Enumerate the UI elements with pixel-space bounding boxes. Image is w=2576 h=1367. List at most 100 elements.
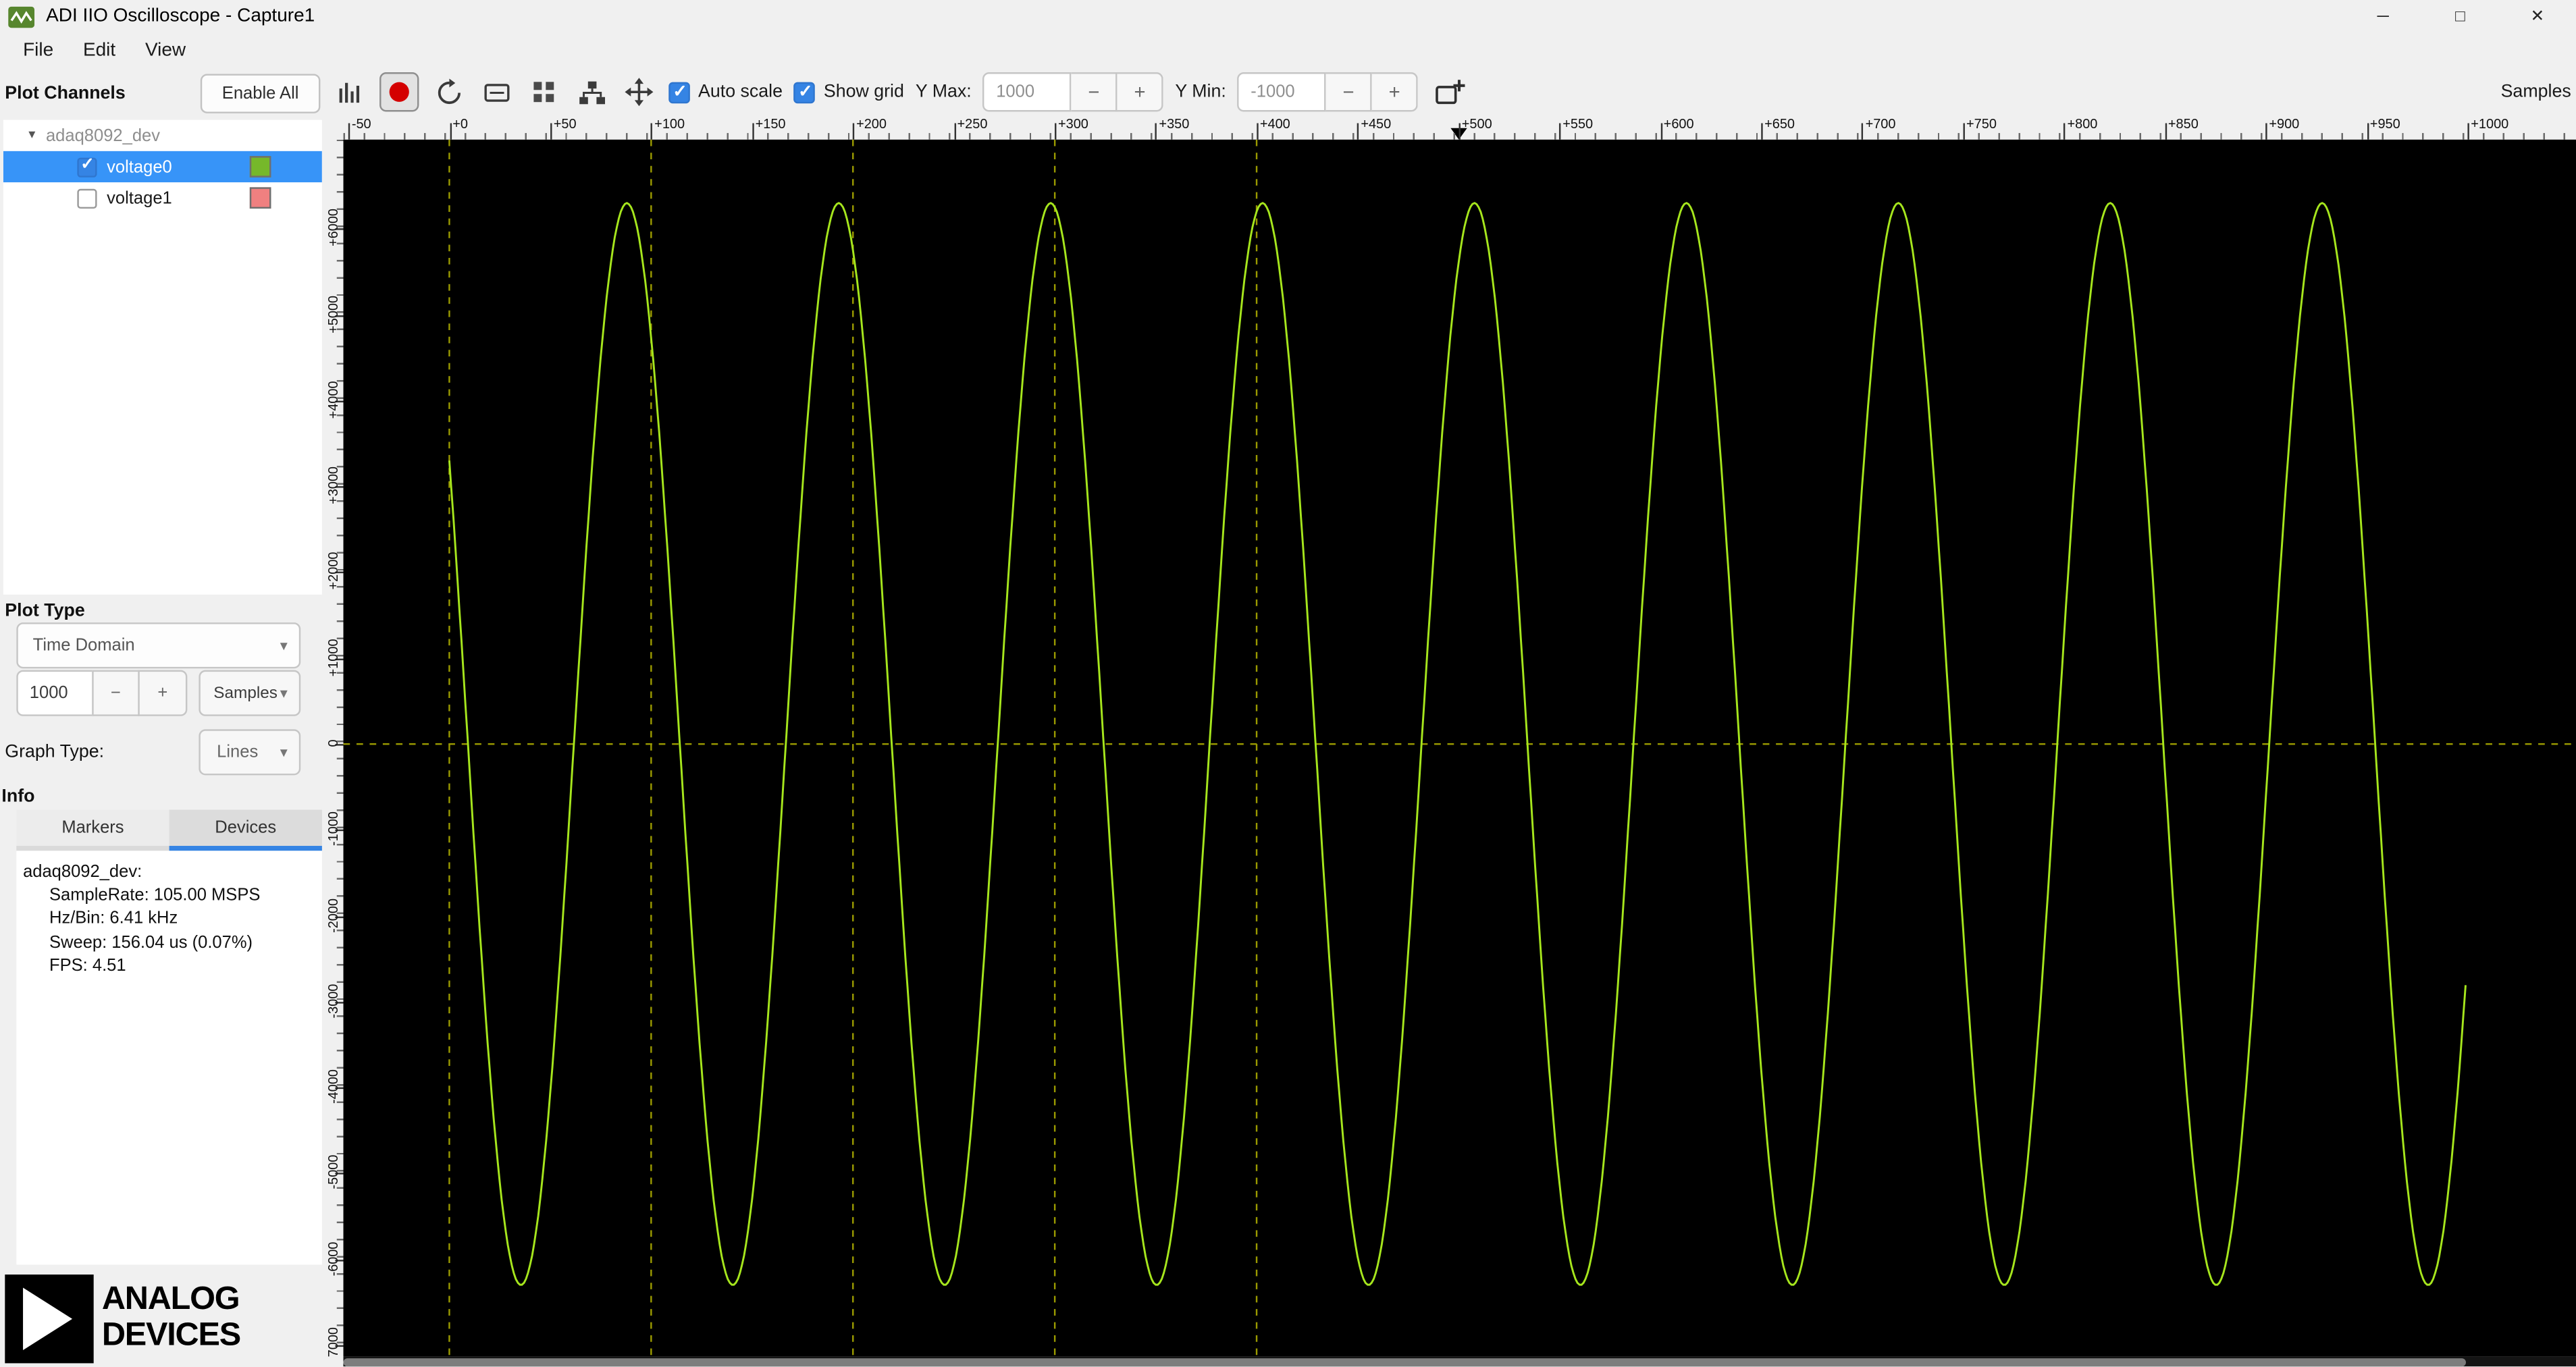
window-controls: ─ □ ✕: [2344, 0, 2576, 33]
x-tick-label: +950: [2369, 116, 2400, 132]
graph-type-dropdown[interactable]: Lines ▾: [199, 729, 301, 776]
y-min-label: Y Min:: [1175, 82, 1226, 102]
x-tick: [1257, 123, 1259, 140]
sample-unit-value: Samples: [213, 684, 278, 703]
y-tick: [335, 1087, 344, 1090]
repeat-capture-icon: [437, 78, 460, 103]
device-tree-row[interactable]: ▼ adaq8092_dev: [3, 120, 322, 151]
sample-unit-dropdown[interactable]: Samples ▾: [199, 670, 301, 716]
move-button[interactable]: [621, 74, 658, 110]
y-min-value: -1000: [1251, 82, 1295, 102]
screenshot-button[interactable]: [478, 74, 515, 110]
y-tick: [335, 1345, 344, 1347]
menu-edit[interactable]: Edit: [68, 36, 130, 66]
channel-row-voltage0[interactable]: voltage0: [3, 151, 322, 183]
y-tick-label: +5000: [325, 294, 341, 333]
y-tick: [335, 658, 344, 660]
waveform-canvas: [343, 139, 2576, 1357]
x-tick-label: +750: [1966, 116, 1997, 132]
y-max-decrement-button[interactable]: −: [1072, 72, 1118, 112]
plot-channels-label: Plot Channels: [5, 84, 126, 104]
x-tick-label: +450: [1361, 116, 1392, 132]
y-tick: [335, 315, 344, 317]
channel-row-voltage1[interactable]: voltage1: [3, 182, 322, 213]
info-tabs: Markers Devices: [16, 809, 322, 851]
window-title: ADI IIO Oscilloscope - Capture1: [46, 6, 315, 26]
y-tick: [335, 744, 344, 746]
sidebar: Plot Channels Enable All ▼ adaq8092_dev …: [0, 69, 324, 1367]
y-min-decrement-button[interactable]: −: [1326, 72, 1373, 112]
x-tick-label: +850: [2167, 116, 2199, 132]
sample-count-decrement-button[interactable]: −: [92, 670, 140, 716]
voltage0-checkbox[interactable]: [77, 156, 97, 177]
y-tick-label: -5000: [325, 1155, 341, 1190]
x-tick: [752, 123, 754, 140]
y-tick: [335, 915, 344, 917]
plot-type-dropdown[interactable]: Time Domain ▾: [16, 622, 301, 669]
y-tick: [335, 1259, 344, 1261]
grid-layout-button[interactable]: [526, 74, 562, 110]
y-tick-label: 0: [325, 739, 341, 747]
show-grid-checkbox-group[interactable]: Show grid: [794, 81, 904, 103]
y-tick-label: +4000: [325, 381, 341, 419]
y-tick: [335, 572, 344, 574]
maximize-button[interactable]: □: [2421, 0, 2498, 33]
channel-tree: ▼ adaq8092_dev voltage0 voltage1: [3, 119, 322, 595]
x-tick-label: +350: [1159, 116, 1190, 132]
voltage0-label: voltage0: [107, 157, 172, 177]
analog-devices-logo: ANALOG DEVICES: [5, 1275, 320, 1364]
enable-all-button[interactable]: Enable All: [200, 74, 321, 113]
chevron-down-icon: ▾: [280, 684, 288, 701]
device-info-sweep: Sweep: 156.04 us (0.07%): [49, 932, 253, 953]
device-name: adaq8092_dev: [45, 126, 161, 146]
samples-axis-label: Samples: [2500, 82, 2571, 102]
info-label: Info: [1, 786, 35, 807]
auto-scale-checkbox[interactable]: [668, 81, 690, 103]
new-plot-button[interactable]: [1430, 72, 1469, 111]
y-min-increment-button[interactable]: +: [1372, 72, 1419, 112]
horizontal-scrollbar[interactable]: [343, 1356, 2576, 1367]
x-tick: [853, 123, 855, 140]
y-tick-label: -7000: [325, 1326, 341, 1357]
y-max-increment-button[interactable]: +: [1118, 72, 1164, 112]
device-hierarchy-button[interactable]: [573, 74, 610, 110]
menu-view[interactable]: View: [130, 36, 201, 66]
x-tick-label: +550: [1562, 116, 1594, 132]
capture-toolbar: Auto scale Show grid Y Max: 1000 − + Y M…: [323, 69, 2576, 115]
histogram-button[interactable]: [332, 74, 368, 110]
histogram-icon: [338, 82, 359, 102]
x-tick: [449, 123, 451, 140]
menu-file[interactable]: File: [8, 36, 68, 66]
y-min-input[interactable]: -1000: [1237, 72, 1327, 112]
auto-scale-checkbox-group[interactable]: Auto scale: [668, 81, 783, 103]
voltage0-color-swatch[interactable]: [249, 156, 271, 178]
sample-count-increment-button[interactable]: +: [138, 670, 188, 716]
minimize-button[interactable]: ─: [2344, 0, 2421, 33]
x-tick: [1862, 123, 1864, 140]
scrollbar-thumb[interactable]: [343, 1357, 2466, 1366]
y-tick: [335, 1173, 344, 1175]
voltage1-color-swatch[interactable]: [249, 187, 271, 209]
show-grid-label: Show grid: [823, 82, 904, 102]
expander-icon[interactable]: ▼: [26, 130, 38, 141]
record-button[interactable]: [379, 72, 419, 112]
y-max-input[interactable]: 1000: [982, 72, 1072, 112]
y-max-label: Y Max:: [915, 82, 972, 102]
logo-line2: DEVICES: [101, 1317, 241, 1353]
x-tick: [348, 123, 350, 140]
close-button[interactable]: ✕: [2499, 0, 2576, 33]
oscilloscope-plot[interactable]: [343, 139, 2576, 1357]
titlebar: ADI IIO Oscilloscope - Capture1 ─ □ ✕: [0, 0, 2576, 33]
show-grid-checkbox[interactable]: [794, 81, 816, 103]
x-tick: [2165, 123, 2167, 140]
voltage1-checkbox[interactable]: [77, 188, 97, 208]
x-tick-label: +650: [1764, 116, 1795, 132]
y-tick-label: +6000: [325, 209, 341, 247]
repeat-capture-button[interactable]: [430, 74, 467, 110]
sample-count-input[interactable]: 1000: [16, 670, 94, 716]
x-tick-label: +400: [1259, 116, 1290, 132]
tab-markers[interactable]: Markers: [16, 809, 169, 851]
device-info-fps: FPS: 4.51: [49, 955, 126, 975]
x-tick: [550, 123, 552, 140]
tab-devices[interactable]: Devices: [169, 809, 322, 851]
